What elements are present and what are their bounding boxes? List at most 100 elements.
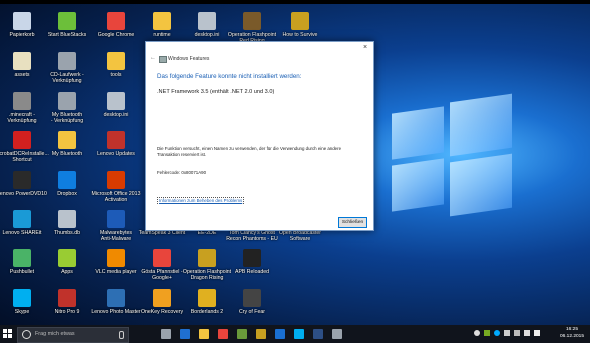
taskbar: Frag mich etwas 16:25 06.12.2015 (0, 325, 590, 343)
desktop-icon-label: CD-Laufwerk - Verknüpfung (50, 72, 84, 84)
skype-tray-icon[interactable] (494, 330, 500, 336)
file-icon (198, 12, 216, 30)
pushbullet-icon (13, 249, 31, 267)
shareit-icon (13, 210, 31, 228)
error-message: Die Funktion versucht, einen Namen zu ve… (157, 146, 342, 157)
windows-logo-wallpaper (372, 88, 522, 228)
back-arrow-icon[interactable]: ← (150, 55, 156, 61)
vlc-icon (107, 249, 125, 267)
notifications-icon[interactable] (534, 330, 540, 336)
cortana-search-box[interactable]: Frag mich etwas (17, 327, 129, 343)
desktop-icon[interactable]: desktop.ini (90, 92, 142, 118)
photo-icon (107, 289, 125, 307)
feature-name: .NET Framework 3.5 (enthält .NET 2.0 und… (157, 89, 275, 95)
task-view-icon[interactable] (161, 329, 171, 339)
tray-app-icon[interactable] (484, 330, 490, 336)
file-icon (107, 92, 125, 110)
desktop-icon[interactable]: Thumbs.db (41, 210, 93, 236)
search-placeholder: Frag mich etwas (35, 331, 75, 337)
cortana-icon (22, 330, 31, 339)
desktop-icon-label: Microsoft Office 2013 Activation (91, 191, 141, 203)
desktop-icon-label: Google Chrome (97, 32, 135, 38)
desktop-icon-label: Malwarebytes Anti-Malware (99, 230, 132, 242)
explorer-icon[interactable] (199, 329, 209, 339)
dropbox-icon (58, 171, 76, 189)
desktop-icon[interactable]: tools (90, 52, 142, 78)
recovery-icon (153, 289, 171, 307)
start-button[interactable] (3, 329, 13, 339)
desktop-icon[interactable]: Malwarebytes Anti-Malware (90, 210, 142, 242)
desktop-icon[interactable]: My Bluetooth - Verknüpfung (41, 92, 93, 124)
desktop-icon[interactable]: Cry of Fear (226, 289, 278, 315)
desktop-icon[interactable]: Lenovo Photo Master (90, 289, 142, 315)
edge-icon[interactable] (180, 329, 190, 339)
desktop-icon-label: Nitro Pro 9 (54, 309, 80, 315)
android-icon (58, 249, 76, 267)
desktop-icon-label: Dropbox (57, 191, 77, 197)
error-code: Fehlercode: 0x80071A90 (157, 170, 207, 175)
desktop-icon-label: My Bluetooth - Verknüpfung (50, 112, 84, 124)
game-icon (243, 289, 261, 307)
chrome-icon[interactable] (218, 329, 228, 339)
desktop-icon[interactable]: Nitro Pro 9 (41, 289, 93, 315)
acrobat-icon (13, 131, 31, 149)
desktop-icon-label: Lenovo Updates (97, 151, 135, 157)
desktop-icon[interactable]: CD-Laufwerk - Verknüpfung (41, 52, 93, 84)
dialog-heading: Das folgende Feature konnte nicht instal… (157, 73, 302, 80)
chevron-up-icon[interactable] (504, 330, 510, 336)
network-icon[interactable] (514, 330, 520, 336)
file-icon (58, 210, 76, 228)
desktop-icon-label: Thumbs.db (54, 230, 80, 236)
desktop-icon[interactable]: Operation Flashpoint Red Rising (226, 12, 278, 44)
clock-date: 06.12.2015 (559, 333, 584, 339)
desktop-icon[interactable]: Dropbox (41, 171, 93, 197)
desktop-icon-label: Cry of Fear (239, 309, 265, 315)
teamspeak-icon[interactable] (313, 329, 323, 339)
desktop-icon[interactable]: Lenovo Updates (90, 131, 142, 157)
update-icon (107, 131, 125, 149)
game-icon (291, 12, 309, 30)
malwarebytes-icon (107, 210, 125, 228)
system-clock[interactable]: 16:25 06.12.2015 (560, 327, 584, 340)
folder-icon (58, 131, 76, 149)
desktop-icon[interactable]: APB Reloaded (226, 249, 278, 275)
apb-icon (243, 249, 261, 267)
desktop-icon-label: APB Reloaded (234, 269, 270, 275)
game-icon (198, 249, 216, 267)
game-icon[interactable] (256, 329, 266, 339)
desktop-icon[interactable]: Microsoft Office 2013 Activation (90, 171, 142, 203)
desktop-icon-label: tools (110, 72, 122, 78)
microphone-icon[interactable] (119, 331, 124, 339)
desktop-icon-label: VLC media player (95, 269, 137, 275)
cd-drive-icon (58, 52, 76, 70)
store-icon[interactable] (275, 329, 285, 339)
desktop-icon[interactable]: My Bluetooth (41, 131, 93, 157)
recycle-bin-icon (13, 12, 31, 30)
windows-features-icon[interactable] (332, 329, 342, 339)
chrome-icon (107, 12, 125, 30)
windows-features-icon (159, 56, 167, 63)
desktop-icon-label: Open Broadcaster Software (278, 230, 322, 242)
desktop-icon[interactable]: How to Survive (274, 12, 326, 38)
desktop-icon[interactable]: Apps (41, 249, 93, 275)
close-button[interactable]: Schließen (338, 217, 367, 228)
desktop-icon[interactable]: Start BlueStacks (41, 12, 93, 38)
desktop-icon[interactable]: VLC media player (90, 249, 142, 275)
onedrive-icon[interactable] (474, 330, 480, 336)
bluestacks-icon (58, 12, 76, 30)
desktop-icon-label: Tom Clancy's Ghost Recon Phantoms - EU (226, 230, 278, 242)
top-edge (0, 0, 590, 4)
desktop-icon[interactable]: Google Chrome (90, 12, 142, 38)
close-icon[interactable]: × (360, 44, 370, 51)
help-link[interactable]: Informationen zum Beheben des Problems (157, 197, 245, 204)
nitro-icon (58, 289, 76, 307)
game-icon (243, 12, 261, 30)
office-icon (107, 171, 125, 189)
game-icon (198, 289, 216, 307)
folder-icon (153, 12, 171, 30)
skype-icon (13, 289, 31, 307)
folder-icon (107, 52, 125, 70)
minecraft-icon[interactable] (237, 329, 247, 339)
volume-icon[interactable] (524, 330, 530, 336)
skype-icon[interactable] (294, 329, 304, 339)
